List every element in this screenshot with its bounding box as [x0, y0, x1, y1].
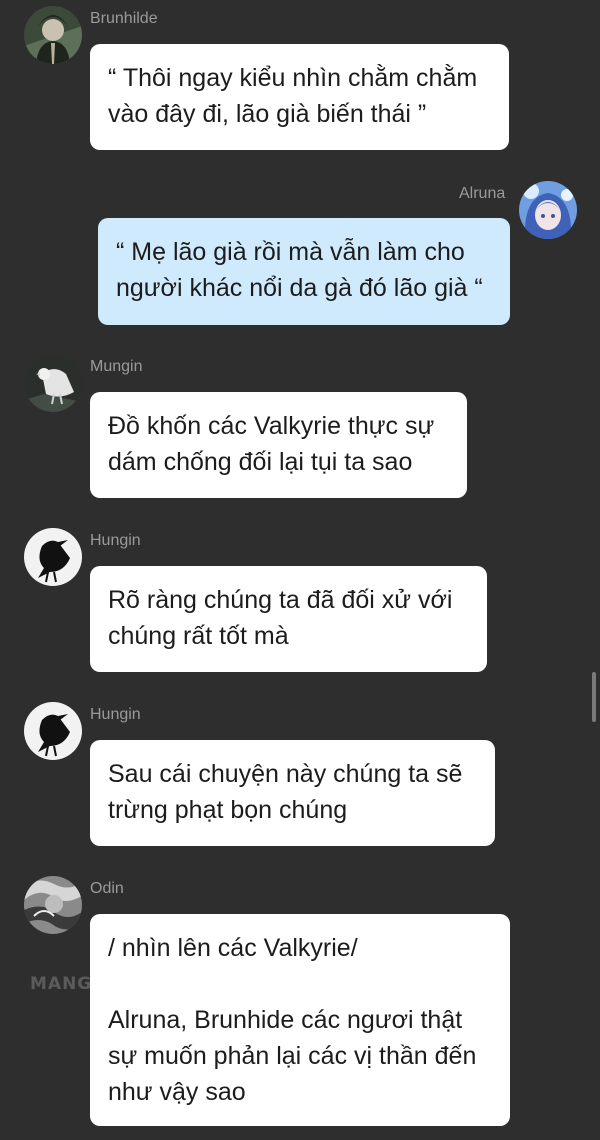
- chat-thread: Brunhilde “ Thôi ngay kiểu nhìn chằm chằ…: [0, 0, 600, 1140]
- message-line: Rõ ràng chúng ta đã đối xử với: [108, 586, 453, 614]
- message-line: “ Mẹ lão già rồi mà vẫn làm cho: [116, 238, 465, 266]
- sender-name: Hungin: [90, 532, 141, 549]
- message-bubble[interactable]: Sau cái chuyện này chúng ta sẽ trừng phạ…: [90, 740, 495, 846]
- message-line: Đồ khốn các Valkyrie thực sự: [108, 412, 435, 440]
- hungin-avatar-icon[interactable]: [24, 528, 82, 586]
- scrollbar[interactable]: [592, 672, 596, 722]
- watermark-logo: MANGA TOON: [30, 974, 173, 994]
- message-bubble[interactable]: / nhìn lên các Valkyrie/ Alruna, Brunhid…: [90, 914, 510, 1126]
- message-bubble[interactable]: Đồ khốn các Valkyrie thực sự dám chống đ…: [90, 392, 467, 498]
- sender-name: Hungin: [90, 706, 141, 723]
- sender-name: Alruna: [459, 185, 506, 202]
- message-line: vào đây đi, lão già biến thái ”: [108, 100, 427, 128]
- sender-name: Mungin: [90, 358, 143, 375]
- brunhilde-avatar-icon[interactable]: [24, 6, 82, 64]
- sender-name: Odin: [90, 880, 124, 897]
- mungin-avatar-icon[interactable]: [24, 354, 82, 412]
- message-line: người khác nổi da gà đó lão già “: [116, 274, 483, 302]
- alruna-avatar-icon[interactable]: [519, 181, 577, 239]
- message-bubble[interactable]: Rõ ràng chúng ta đã đối xử với chúng rất…: [90, 566, 487, 672]
- message-line: sự muốn phản lại các vị thần đến: [108, 1042, 477, 1070]
- message-line: chúng rất tốt mà: [108, 622, 289, 650]
- message-line: Sau cái chuyện này chúng ta sẽ: [108, 760, 463, 788]
- message-line: như vậy sao: [108, 1078, 246, 1106]
- hungin-avatar-icon[interactable]: [24, 702, 82, 760]
- sender-name: Brunhilde: [90, 10, 158, 27]
- message-line: dám chống đối lại tụi ta sao: [108, 448, 413, 476]
- odin-avatar-icon[interactable]: [24, 876, 82, 934]
- message-line: Alruna, Brunhide các ngươi thật: [108, 1006, 463, 1034]
- message-line: “ Thôi ngay kiểu nhìn chằm chằm: [108, 64, 478, 92]
- message-bubble-mine[interactable]: “ Mẹ lão già rồi mà vẫn làm cho người kh…: [98, 218, 510, 325]
- message-line: trừng phạt bọn chúng: [108, 796, 348, 824]
- message-bubble[interactable]: “ Thôi ngay kiểu nhìn chằm chằm vào đây …: [90, 44, 509, 150]
- message-line: / nhìn lên các Valkyrie/: [108, 934, 358, 962]
